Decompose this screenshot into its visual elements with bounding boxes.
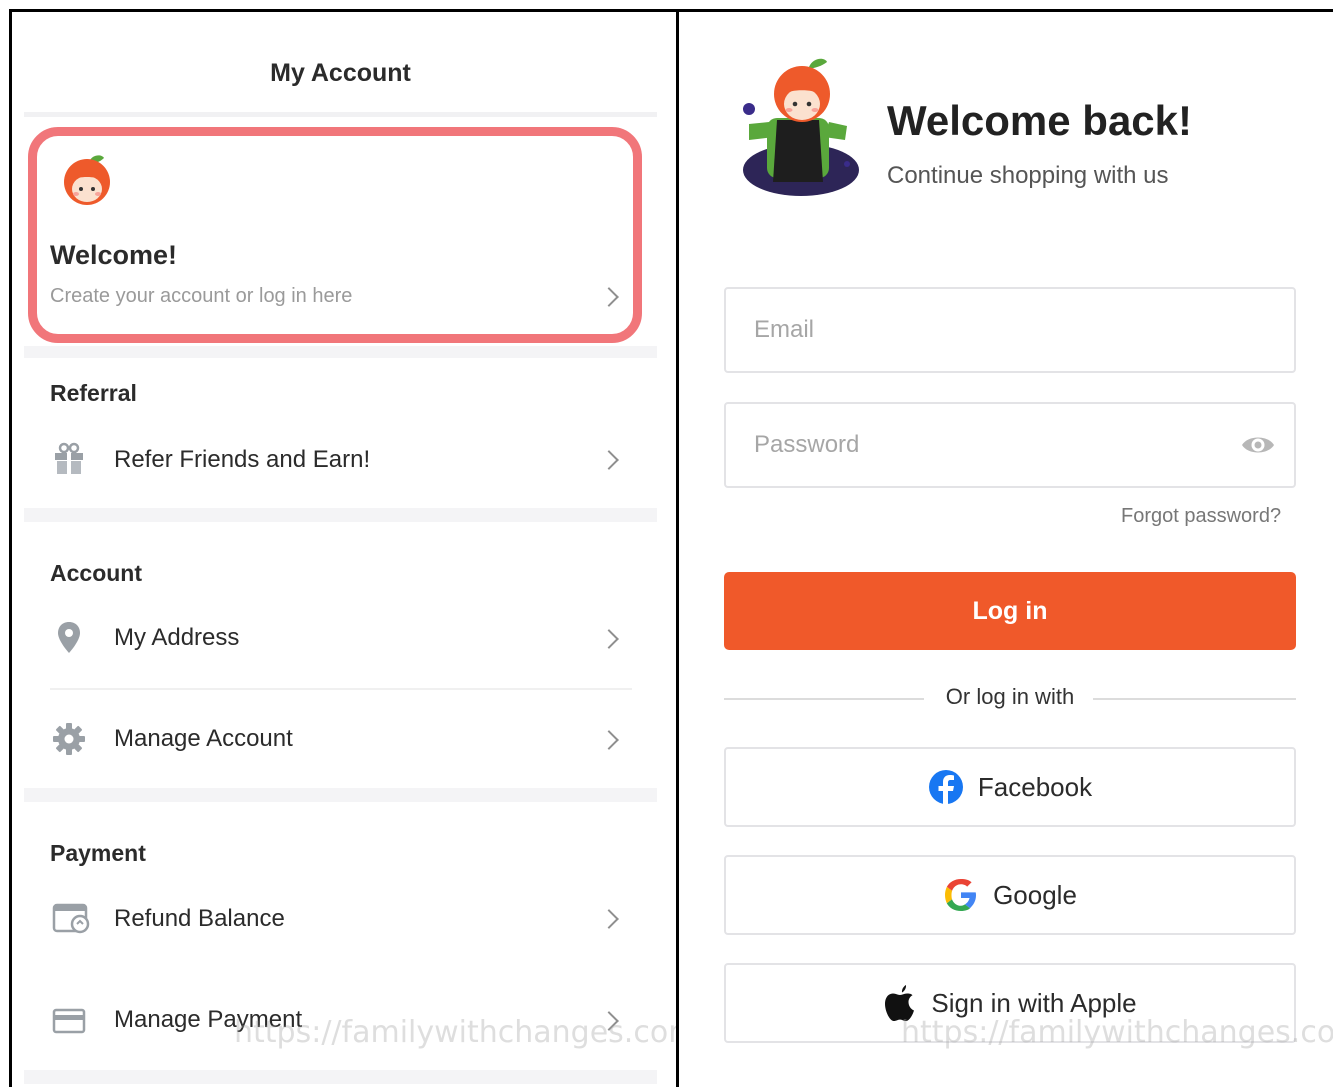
google-login-button[interactable]: Google: [724, 855, 1296, 935]
chevron-right-icon: [599, 450, 619, 470]
my-account-screen: My Account Welcome! Create your account …: [9, 9, 679, 1087]
divider-line-right: [1093, 698, 1296, 700]
section-divider: [24, 788, 657, 802]
location-pin-icon: [58, 622, 80, 653]
chevron-right-icon: [599, 730, 619, 750]
facebook-login-button[interactable]: Facebook: [724, 747, 1296, 827]
highlight-annotation: [28, 127, 642, 343]
apple-icon: [885, 985, 915, 1021]
facebook-icon: [928, 770, 963, 805]
section-title-referral: Referral: [50, 380, 137, 406]
section-divider: [24, 346, 657, 358]
row-divider: [50, 688, 632, 690]
page-title: My Account: [270, 58, 411, 87]
google-label: Google: [993, 879, 1077, 910]
or-login-with-label: Or log in with: [945, 684, 1075, 709]
email-field[interactable]: [724, 287, 1296, 373]
email-input[interactable]: [754, 289, 1234, 371]
refund-balance-item[interactable]: Refund Balance: [114, 905, 285, 933]
section-title-payment: Payment: [50, 840, 146, 866]
section-title-account: Account: [50, 560, 142, 586]
my-address-item[interactable]: My Address: [114, 624, 239, 652]
section-divider: [24, 508, 657, 522]
chevron-right-icon: [599, 1011, 619, 1031]
account-header: My Account: [24, 12, 657, 117]
forgot-password-link[interactable]: Forgot password?: [1121, 505, 1281, 528]
welcome-back-subtitle: Continue shopping with us: [887, 162, 1169, 189]
apple-label: Sign in with Apple: [931, 987, 1137, 1018]
welcome-back-title: Welcome back!: [887, 97, 1193, 144]
password-field[interactable]: [724, 402, 1296, 488]
credit-card-icon: [52, 1008, 86, 1034]
facebook-label: Facebook: [977, 771, 1093, 802]
section-divider: [24, 1070, 657, 1084]
gear-icon: [53, 723, 85, 755]
google-icon: [945, 879, 977, 911]
manage-account-item[interactable]: Manage Account: [114, 725, 293, 753]
gift-icon: [55, 442, 83, 474]
eye-icon[interactable]: [1240, 431, 1276, 459]
manage-payment-item[interactable]: Manage Payment: [114, 1006, 302, 1034]
login-screen: Welcome back! Continue shopping with us …: [676, 9, 1333, 1087]
chevron-right-icon: [599, 909, 619, 929]
apple-login-button[interactable]: Sign in with Apple: [724, 963, 1296, 1043]
refund-wallet-icon: [52, 903, 90, 934]
refer-friends-item[interactable]: Refer Friends and Earn!: [114, 446, 370, 474]
mascot-illustration-icon: [743, 58, 859, 196]
password-input[interactable]: [754, 404, 1234, 486]
chevron-right-icon: [599, 629, 619, 649]
login-button[interactable]: Log in: [724, 572, 1296, 650]
